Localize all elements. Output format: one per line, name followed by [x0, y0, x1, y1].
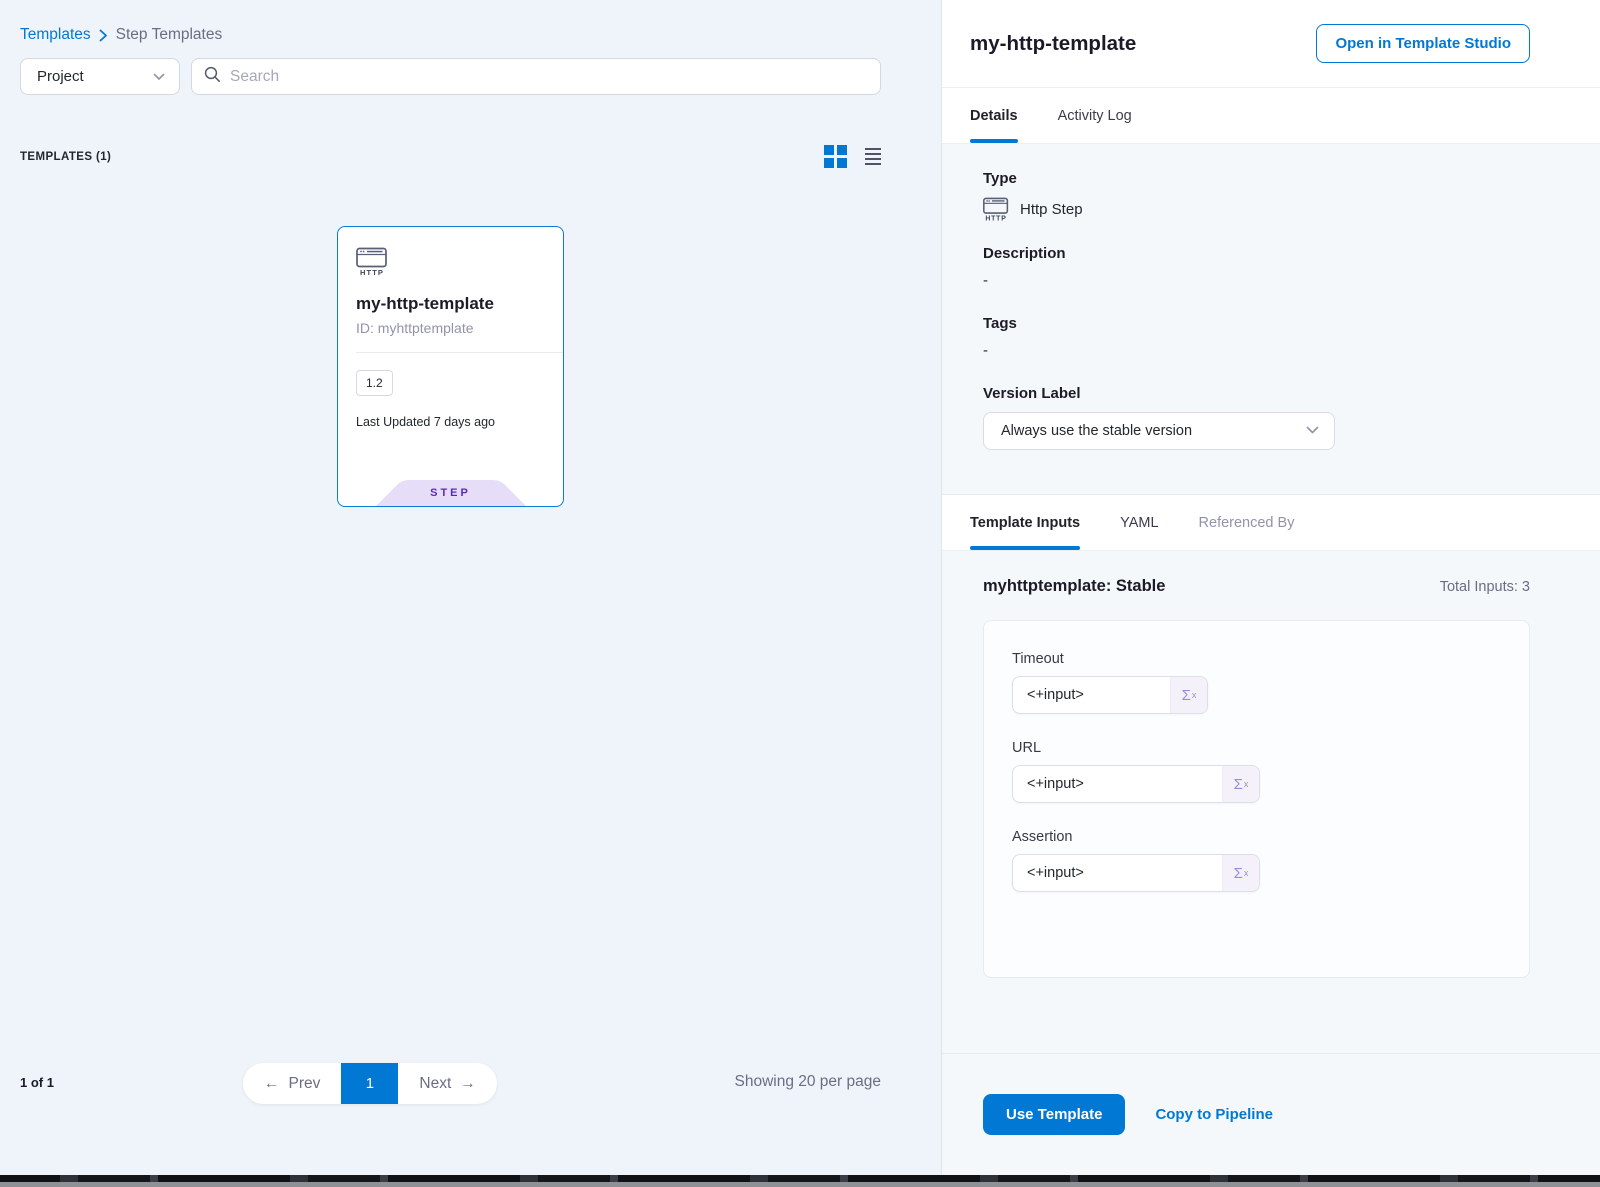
version-label-select[interactable]: Always use the stable version — [983, 412, 1335, 450]
field-assertion: Assertion <+input> Σx — [1012, 829, 1501, 892]
tab-yaml[interactable]: YAML — [1120, 495, 1158, 550]
step-type-badge: STEP — [375, 480, 527, 507]
next-label: Next — [419, 1075, 451, 1093]
last-updated-text: Last Updated 7 days ago — [356, 415, 545, 429]
version-select-value: Always use the stable version — [1001, 423, 1192, 439]
arrow-left-icon: ← — [264, 1075, 280, 1093]
prev-label: Prev — [289, 1075, 321, 1093]
tab-activity-log[interactable]: Activity Log — [1058, 88, 1132, 143]
assertion-label: Assertion — [1012, 829, 1501, 845]
scope-select-value: Project — [37, 68, 84, 85]
chevron-down-icon — [1306, 423, 1319, 439]
tab-details[interactable]: Details — [970, 88, 1018, 143]
page-1-button[interactable]: 1 — [341, 1063, 398, 1104]
list-view-icon[interactable] — [865, 148, 881, 166]
svg-text:HTTP: HTTP — [985, 215, 1006, 221]
total-inputs-text: Total Inputs: 3 — [1440, 579, 1530, 595]
type-value: Http Step — [1020, 201, 1083, 218]
expression-input-icon[interactable]: Σx — [1222, 855, 1259, 891]
details-tab-bar: Details Activity Log — [942, 88, 1600, 144]
drawer-header: my-http-template Open in Template Studio — [942, 0, 1600, 88]
http-step-icon: HTTP — [983, 197, 1009, 221]
version-label-label: Version Label — [983, 385, 1530, 402]
template-card[interactable]: HTTP my-http-template ID: myhttptemplate… — [337, 226, 564, 507]
drawer-footer: Use Template Copy to Pipeline — [942, 1053, 1600, 1175]
next-page-button[interactable]: Next → — [398, 1063, 496, 1104]
pagination: ← Prev 1 Next → — [243, 1063, 497, 1104]
tab-template-inputs[interactable]: Template Inputs — [970, 495, 1080, 550]
template-card-id: ID: myhttptemplate — [356, 320, 545, 336]
card-divider — [356, 352, 563, 353]
type-label: Type — [983, 170, 1530, 187]
template-list-panel: Templates Step Templates Project TEMPLAT — [0, 0, 941, 1175]
expression-input-icon[interactable]: Σx — [1170, 677, 1207, 713]
drawer-title: my-http-template — [970, 32, 1136, 56]
arrow-right-icon: → — [460, 1075, 476, 1093]
version-badge[interactable]: 1.2 — [356, 370, 393, 396]
page-summary: 1 of 1 — [20, 1075, 54, 1090]
breadcrumb-templates-link[interactable]: Templates — [20, 26, 91, 44]
open-in-template-studio-button[interactable]: Open in Template Studio — [1316, 24, 1530, 63]
assertion-input-value[interactable]: <+input> — [1013, 855, 1222, 891]
url-input[interactable]: <+input> Σx — [1012, 765, 1260, 803]
use-template-button[interactable]: Use Template — [983, 1094, 1125, 1135]
breadcrumb: Templates Step Templates — [20, 26, 222, 44]
list-controls: Project — [20, 58, 881, 95]
chevron-down-icon — [153, 68, 165, 85]
inputs-heading: myhttptemplate: Stable — [983, 577, 1165, 596]
copy-to-pipeline-link[interactable]: Copy to Pipeline — [1155, 1106, 1273, 1123]
inputs-form-card: Timeout <+input> Σx URL <+input> Σx Asse… — [983, 620, 1530, 978]
description-value: - — [983, 272, 1530, 289]
expression-input-icon[interactable]: Σx — [1222, 766, 1259, 802]
tags-label: Tags — [983, 315, 1530, 332]
template-card-title: my-http-template — [356, 294, 545, 314]
timeout-input-value[interactable]: <+input> — [1013, 677, 1170, 713]
view-toggles — [824, 145, 881, 168]
inputs-tab-bar: Template Inputs YAML Referenced By — [942, 495, 1600, 551]
url-input-value[interactable]: <+input> — [1013, 766, 1222, 802]
tab-referenced-by[interactable]: Referenced By — [1199, 495, 1295, 550]
scope-select[interactable]: Project — [20, 58, 180, 95]
timeout-label: Timeout — [1012, 651, 1501, 667]
search-icon — [204, 66, 221, 88]
tags-value: - — [983, 342, 1530, 359]
templates-count-label: TEMPLATES (1) — [20, 151, 111, 163]
per-page-text: Showing 20 per page — [734, 1073, 881, 1091]
chevron-right-icon — [99, 29, 108, 42]
app-window: Templates Step Templates Project TEMPLAT — [0, 0, 1600, 1175]
template-details-drawer: my-http-template Open in Template Studio… — [941, 0, 1600, 1175]
list-header: TEMPLATES (1) — [20, 145, 881, 168]
url-label: URL — [1012, 740, 1501, 756]
svg-text:HTTP: HTTP — [360, 268, 384, 276]
prev-page-button[interactable]: ← Prev — [243, 1063, 341, 1104]
grid-view-icon[interactable] — [824, 145, 847, 168]
timeout-input[interactable]: <+input> Σx — [1012, 676, 1208, 714]
field-url: URL <+input> Σx — [1012, 740, 1501, 803]
step-tag-label: STEP — [375, 487, 527, 499]
assertion-input[interactable]: <+input> Σx — [1012, 854, 1260, 892]
template-inputs-section: myhttptemplate: Stable Total Inputs: 3 T… — [942, 551, 1600, 1053]
description-label: Description — [983, 245, 1530, 262]
field-timeout: Timeout <+input> Σx — [1012, 651, 1501, 714]
desktop-background-strip — [0, 1175, 1600, 1187]
http-step-icon: HTTP — [356, 247, 388, 276]
breadcrumb-current: Step Templates — [116, 26, 223, 44]
search-input[interactable] — [230, 68, 868, 86]
details-section: Type HTTP Http Step Description - Tags -… — [942, 144, 1600, 495]
search-box[interactable] — [191, 58, 881, 95]
